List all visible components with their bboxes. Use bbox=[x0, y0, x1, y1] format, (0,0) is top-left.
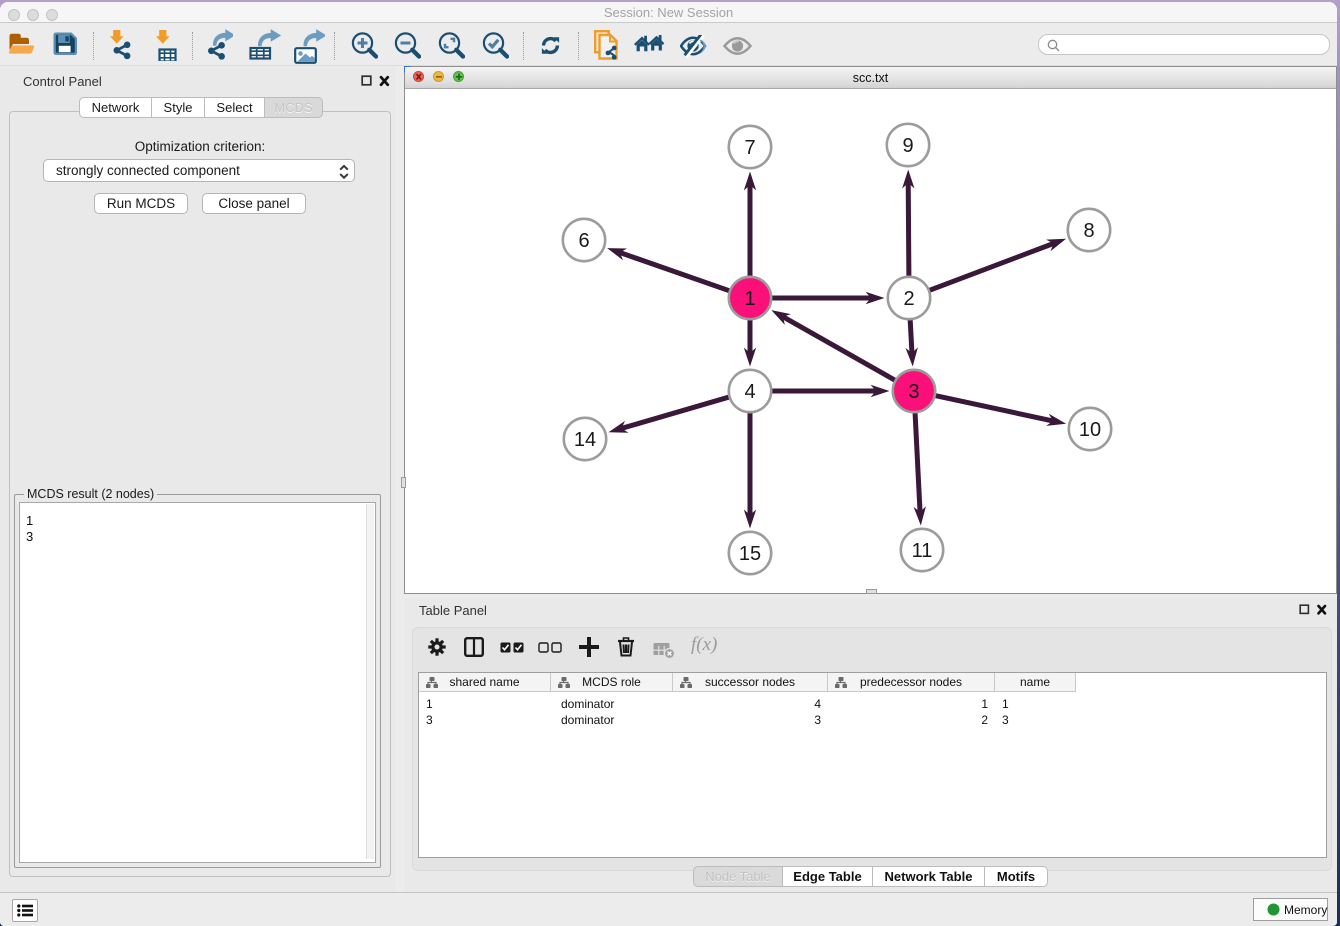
svg-text:15: 15 bbox=[739, 543, 761, 565]
svg-text:2: 2 bbox=[903, 288, 914, 310]
svg-text:9: 9 bbox=[902, 135, 913, 157]
svg-text:10: 10 bbox=[1079, 419, 1101, 441]
svg-text:8: 8 bbox=[1083, 220, 1094, 242]
svg-text:7: 7 bbox=[744, 137, 755, 159]
svg-text:3: 3 bbox=[908, 381, 919, 403]
svg-text:6: 6 bbox=[578, 230, 589, 252]
svg-text:1: 1 bbox=[744, 288, 755, 310]
svg-text:4: 4 bbox=[744, 381, 755, 403]
svg-text:14: 14 bbox=[574, 429, 596, 451]
svg-text:11: 11 bbox=[912, 540, 933, 562]
